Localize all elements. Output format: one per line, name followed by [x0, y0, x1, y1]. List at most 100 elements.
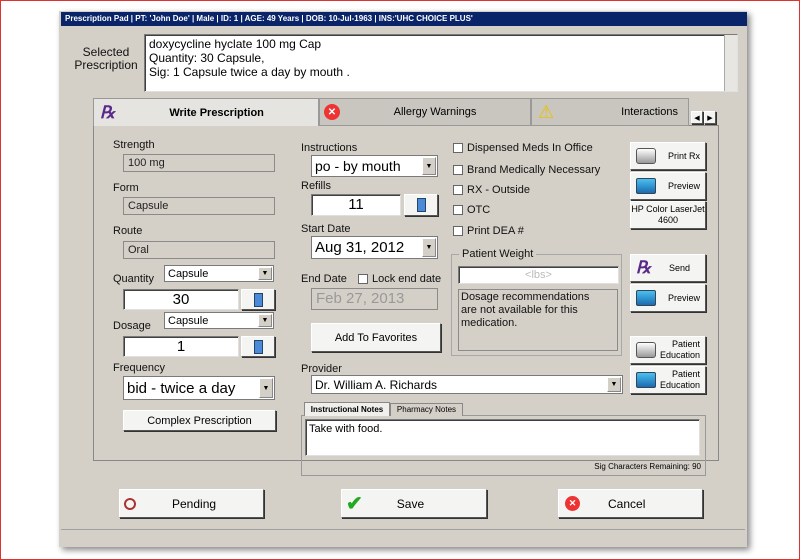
otc-checkbox[interactable]: OTC [453, 204, 490, 216]
select-value: po - by mouth [315, 158, 401, 174]
rx-line: Sig: 1 Capsule twice a day by mouth . [149, 65, 350, 79]
computer-icon [636, 372, 656, 388]
notes-textarea[interactable]: Take with food. [305, 419, 700, 456]
tab-pharmacy-notes[interactable]: Pharmacy Notes [390, 403, 463, 416]
calculator-icon [416, 198, 426, 212]
cancel-icon: ✕ [565, 496, 580, 511]
tab-scroll-right[interactable]: ▶ [704, 111, 716, 124]
select-value: bid - twice a day [127, 379, 236, 397]
cancel-button[interactable]: ✕ Cancel [558, 489, 703, 518]
select-value: Aug 31, 2012 [315, 239, 405, 256]
quantity-calc-button[interactable] [241, 289, 275, 310]
dosage-unit-select[interactable]: Capsule ▼ [164, 312, 274, 329]
instructions-select[interactable]: po - by mouth ▼ [311, 155, 438, 177]
checkbox-label: OTC [467, 204, 491, 216]
select-value: Capsule [168, 314, 209, 327]
warning-icon: ⚠ [538, 101, 555, 122]
quantity-input[interactable]: 30 [123, 289, 239, 310]
rx-icon: ℞ [636, 258, 652, 278]
printer-select-button[interactable]: HP Color LaserJet 4600 [630, 201, 706, 229]
dosage-input[interactable]: 1 [123, 336, 239, 357]
checkbox-label: Brand Medically Necessary [467, 164, 601, 176]
chevron-down-icon: ▼ [258, 314, 272, 327]
preview-send-button[interactable]: Preview [630, 284, 706, 312]
checkbox-box [453, 226, 463, 237]
chevron-down-icon: ▼ [422, 157, 436, 175]
save-button[interactable]: ✔ Save [341, 489, 487, 518]
end-date-field: Feb 27, 2013 [311, 288, 438, 310]
chevron-down-icon: ▼ [258, 267, 272, 280]
error-icon: ✕ [324, 104, 340, 120]
checkbox-label: Lock end date [372, 273, 442, 285]
button-label: Pending [172, 496, 217, 511]
pending-button[interactable]: Pending [119, 489, 264, 518]
dispensed-meds-checkbox[interactable]: Dispensed Meds In Office [453, 142, 593, 154]
printer-icon [636, 342, 656, 358]
checkbox-box [453, 185, 463, 196]
scrollbar[interactable] [724, 35, 737, 91]
chevron-down-icon: ▼ [607, 377, 621, 392]
quantity-unit-select[interactable]: Capsule ▼ [164, 265, 274, 282]
button-label: Cancel [608, 496, 646, 511]
sig-characters-remaining: Sig Characters Remaining: 90 [594, 462, 701, 471]
tab-interactions[interactable]: ⚠ Interactions [531, 98, 689, 126]
print-dea-checkbox[interactable]: Print DEA # [453, 225, 524, 237]
print-patient-education-button[interactable]: Patient Education [630, 336, 706, 364]
weight-input[interactable]: <lbs> [458, 266, 619, 284]
dosage-calc-button[interactable] [241, 336, 275, 357]
frequency-label: Frequency [113, 362, 165, 374]
button-label: Patient Education [659, 339, 700, 360]
checkbox-box [358, 274, 368, 285]
form-label: Form [113, 182, 139, 194]
complex-prescription-button[interactable]: Complex Prescription [123, 410, 276, 431]
patient-weight-label: Patient Weight [459, 248, 537, 260]
refills-label: Refills [301, 180, 331, 192]
printer-icon [636, 148, 656, 164]
window-title: Prescription Pad | PT: 'John Doe' | Male… [61, 12, 747, 26]
tab-write-prescription[interactable]: ℞ Write Prescription [93, 98, 319, 126]
brand-necessary-checkbox[interactable]: Brand Medically Necessary [453, 164, 600, 176]
select-value: Capsule [168, 267, 209, 280]
checkbox-box [453, 205, 463, 216]
computer-icon [636, 178, 656, 194]
selected-prescription-box[interactable]: doxycycline hyclate 100 mg Cap Quantity:… [144, 34, 738, 92]
send-button[interactable]: ℞ Send [630, 254, 706, 282]
start-date-picker[interactable]: Aug 31, 2012 ▼ [311, 236, 438, 259]
status-divider [61, 529, 745, 530]
checkbox-label: RX - Outside [467, 184, 530, 196]
checkbox-label: Dispensed Meds In Office [467, 142, 593, 154]
button-label: Save [396, 496, 425, 511]
route-label: Route [113, 225, 143, 237]
frequency-select[interactable]: bid - twice a day ▼ [123, 376, 275, 400]
quantity-label: Quantity [113, 273, 154, 285]
print-rx-button[interactable]: Print Rx [630, 142, 706, 170]
calculator-icon [253, 339, 263, 354]
preview-patient-education-button[interactable]: Patient Education [630, 366, 706, 394]
tab-instructional-notes[interactable]: Instructional Notes [304, 402, 390, 416]
add-to-favorites-button[interactable]: Add To Favorites [311, 323, 441, 352]
checkbox-box [453, 143, 463, 154]
start-date-label: Start Date [301, 223, 351, 235]
tab-label: Interactions [621, 106, 678, 118]
refills-calc-button[interactable] [404, 194, 438, 216]
computer-icon [636, 290, 656, 306]
dosage-recommendation-box: Dosage recommendations are not available… [458, 289, 618, 351]
tab-allergy-warnings[interactable]: ✕ Allergy Warnings [319, 98, 531, 126]
lock-end-date-checkbox[interactable]: Lock end date [358, 273, 441, 285]
checkbox-label: Print DEA # [467, 225, 524, 237]
selected-prescription-label: Selected Prescription [74, 45, 138, 72]
refills-input[interactable]: 11 [311, 194, 401, 216]
tab-label: Allergy Warnings [393, 106, 477, 118]
rx-outside-checkbox[interactable]: RX - Outside [453, 184, 530, 196]
tab-label: Write Prescription [169, 106, 264, 119]
chevron-down-icon: ▼ [422, 238, 436, 257]
tab-scroll-left[interactable]: ◀ [691, 111, 703, 124]
button-label: Print Rx [667, 151, 700, 161]
route-field: Oral [123, 241, 275, 259]
button-label: Patient Education [659, 369, 700, 390]
button-label: Preview [667, 293, 700, 303]
preview-rx-button[interactable]: Preview [630, 172, 706, 200]
strength-field: 100 mg [123, 154, 275, 172]
provider-select[interactable]: Dr. William A. Richards ▼ [311, 375, 623, 394]
dosage-label: Dosage [113, 320, 151, 332]
